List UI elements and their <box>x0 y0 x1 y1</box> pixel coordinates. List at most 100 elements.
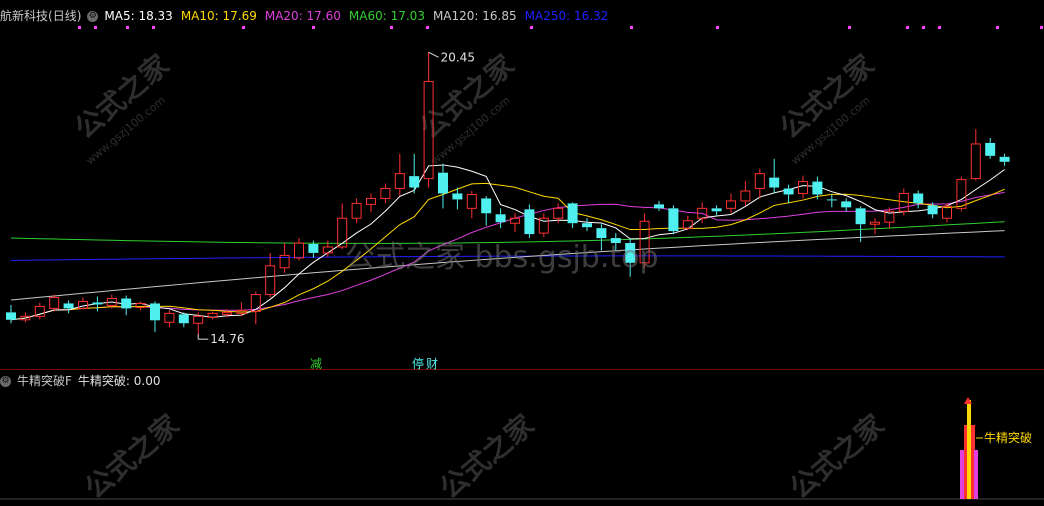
candle[interactable] <box>351 198 362 224</box>
signal-dot <box>630 26 633 29</box>
candle[interactable] <box>6 304 16 324</box>
indicator-watermark-2: 公式之家 <box>783 408 890 505</box>
candle[interactable] <box>783 184 794 204</box>
candle[interactable] <box>250 291 261 325</box>
candle[interactable] <box>596 224 607 251</box>
candle-body <box>740 190 751 202</box>
candle-body <box>668 208 679 232</box>
candle[interactable] <box>265 252 276 298</box>
candle[interactable] <box>769 158 780 194</box>
candle-body <box>841 201 852 208</box>
candle[interactable] <box>985 137 996 159</box>
candle[interactable] <box>870 218 880 235</box>
tag-suspend[interactable]: 停 <box>412 356 424 370</box>
candle[interactable] <box>639 213 650 268</box>
candle-body <box>654 204 664 209</box>
signal-dot <box>242 26 245 29</box>
signal-dot <box>152 26 155 29</box>
candle[interactable] <box>913 190 924 209</box>
candle[interactable] <box>380 183 391 204</box>
candle[interactable] <box>178 312 189 328</box>
candle[interactable] <box>582 218 592 232</box>
candle-body <box>567 203 578 224</box>
candle[interactable] <box>855 206 866 243</box>
candle[interactable] <box>754 168 765 199</box>
candle-body <box>970 143 981 180</box>
candle[interactable] <box>92 296 103 312</box>
candle[interactable] <box>654 200 664 211</box>
ma-label-1: MA10: 17.69 <box>180 9 257 23</box>
candle[interactable] <box>49 294 60 312</box>
candle[interactable] <box>567 202 578 229</box>
indicator-watermark-0: 公式之家 <box>78 408 185 505</box>
candle[interactable] <box>682 215 693 231</box>
ma60-line <box>10 221 1005 244</box>
candle-body <box>582 223 592 228</box>
candle[interactable] <box>337 203 348 249</box>
candle[interactable] <box>711 205 722 216</box>
candle[interactable] <box>394 153 405 196</box>
candle-body <box>783 188 794 195</box>
candle[interactable] <box>826 194 837 208</box>
candle[interactable] <box>740 181 751 206</box>
candle[interactable] <box>135 301 146 311</box>
candle[interactable] <box>207 311 218 320</box>
candle-body <box>150 303 160 321</box>
candle-body <box>639 220 650 264</box>
candle[interactable] <box>164 310 175 328</box>
candle-body <box>6 312 16 320</box>
candle-body <box>322 246 333 254</box>
candle[interactable] <box>510 213 520 233</box>
candle-body <box>610 238 621 244</box>
candle-body <box>999 156 1010 162</box>
candle-body <box>553 207 564 219</box>
candle[interactable] <box>668 205 679 235</box>
candle-body <box>308 244 319 253</box>
candle[interactable] <box>798 175 808 199</box>
candle[interactable] <box>942 203 952 223</box>
candle[interactable] <box>841 198 852 212</box>
signal-label: 牛精突破 <box>984 430 1032 445</box>
signal-dot <box>938 26 941 29</box>
candle-body <box>394 173 405 190</box>
candlestick-chart[interactable]: 公式之家www.gszj100.com 公式之家www.gszj100.com 公式… <box>0 0 1044 370</box>
candle[interactable] <box>524 204 535 239</box>
signal-bar-segment <box>967 400 971 499</box>
signal-bar-segment <box>960 450 964 499</box>
stock-title[interactable]: 航新科技 <box>0 8 48 24</box>
tag-finance[interactable]: 财 <box>426 357 438 370</box>
candle[interactable] <box>78 297 88 310</box>
ma-label-4: MA120: 16.85 <box>432 9 517 23</box>
tag-reduce[interactable]: 减 <box>310 357 322 370</box>
signal-bar[interactable]: 牛精突破 <box>960 397 1032 499</box>
main-header: 航新科技 (日线) ⚙ MA5: 18.33 MA10: 17.69 MA20: 17… <box>0 8 608 24</box>
candle-body <box>452 193 463 200</box>
candle[interactable] <box>366 193 376 213</box>
candle[interactable] <box>538 213 549 238</box>
candle[interactable] <box>409 153 420 194</box>
settings-icon[interactable]: ⚙ <box>87 10 99 22</box>
indicator-chart[interactable]: 公式之家 公式之家 公式之家 牛精突破 <box>0 380 1044 506</box>
candle-body <box>466 193 477 209</box>
signal-dot <box>426 26 429 29</box>
candle[interactable] <box>34 302 45 320</box>
candle-body <box>380 188 391 199</box>
signal-dots <box>78 26 1043 29</box>
candle[interactable] <box>466 191 477 219</box>
candle-body <box>524 209 535 235</box>
candle[interactable] <box>438 163 448 209</box>
candle-body <box>121 298 132 309</box>
candle[interactable] <box>495 208 506 229</box>
signal-dot <box>390 26 393 29</box>
candle[interactable] <box>121 295 132 316</box>
candle[interactable] <box>726 193 736 214</box>
candle[interactable] <box>63 300 74 314</box>
candle[interactable] <box>999 153 1010 166</box>
candle[interactable] <box>610 233 621 251</box>
candle[interactable] <box>481 195 492 226</box>
candle-body <box>178 314 189 324</box>
candle-body <box>596 228 607 239</box>
candle[interactable] <box>970 129 981 181</box>
candle[interactable] <box>625 238 636 277</box>
candle[interactable] <box>150 301 160 333</box>
